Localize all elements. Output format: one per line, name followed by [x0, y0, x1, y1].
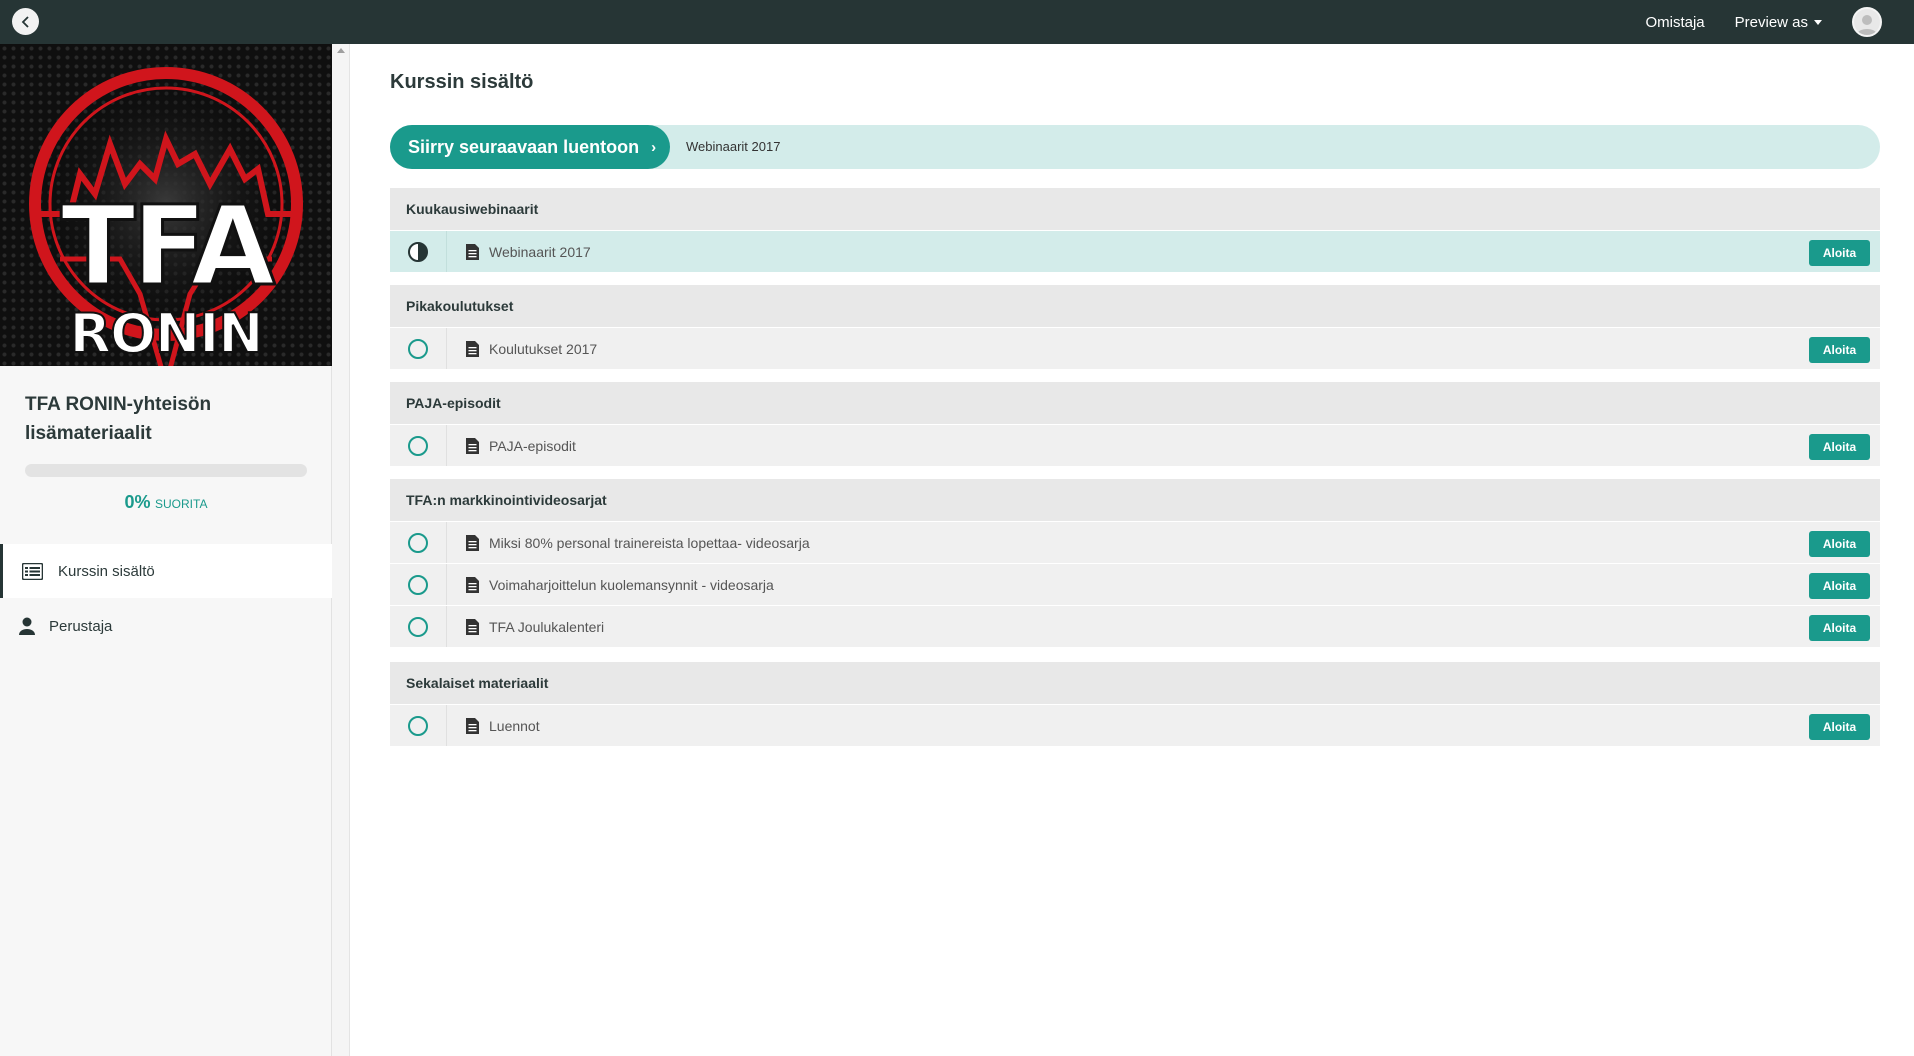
section: TFA:n markkinointivideosarjat Miksi 80% …: [390, 479, 1880, 647]
chevron-left-icon: [21, 15, 29, 28]
start-button[interactable]: Aloita: [1809, 531, 1870, 557]
back-button[interactable]: [12, 8, 39, 35]
logo-sub-text: RONIN: [70, 302, 263, 365]
lecture-row[interactable]: TFA Joulukalenteri Aloita: [390, 605, 1880, 647]
progress-summary: 0% SUORITA: [0, 492, 332, 513]
start-button[interactable]: Aloita: [1809, 615, 1870, 641]
scroll-up-arrow-icon[interactable]: [337, 48, 345, 53]
document-icon: [466, 534, 479, 551]
incomplete-circle-icon: [408, 532, 428, 553]
next-lecture-button[interactable]: Siirry seuraavaan luentoon ›: [390, 125, 670, 169]
lecture-row[interactable]: Miksi 80% personal trainereista lopettaa…: [390, 521, 1880, 563]
document-icon: [466, 618, 479, 635]
course-image: TFA RONIN: [0, 44, 332, 366]
progress-percent: 0%: [124, 492, 151, 512]
section: Sekalaiset materiaalit Luennot Aloita: [390, 662, 1880, 746]
lecture-title: TFA Joulukalenteri: [489, 618, 605, 635]
course-title: TFA RONIN-yhteisön lisämateriaalit: [25, 394, 212, 444]
lecture-title: Voimaharjoittelun kuolemansynnit - video…: [489, 576, 774, 593]
incomplete-circle-icon: [408, 574, 428, 595]
document-icon: [466, 243, 479, 260]
nav-item-label: Kurssin sisältö: [58, 562, 155, 580]
sidebar: TFA RONIN TFA RONIN-yhteisön lisämateria…: [0, 44, 332, 1056]
section-title: Pikakoulutukset: [390, 285, 1880, 327]
lecture-row[interactable]: Koulutukset 2017 Aloita: [390, 327, 1880, 369]
start-button[interactable]: Aloita: [1809, 337, 1870, 363]
incomplete-circle-icon: [408, 338, 428, 359]
start-button[interactable]: Aloita: [1809, 714, 1870, 740]
next-lecture-button-label: Siirry seuraavaan luentoon: [408, 136, 640, 157]
nav-item-label: Perustaja: [49, 617, 113, 635]
progress-bar: [25, 464, 307, 477]
start-button[interactable]: Aloita: [1809, 434, 1870, 460]
lecture-status: [390, 705, 447, 746]
document-icon: [466, 717, 479, 734]
caret-down-icon: [1814, 20, 1822, 25]
lecture-title: Luennot: [489, 717, 540, 734]
lecture-status: [390, 328, 447, 369]
tfa-ronin-logo: TFA RONIN: [26, 64, 306, 366]
document-icon: [466, 340, 479, 357]
document-icon: [466, 437, 479, 454]
section-title: Kuukausiwebinaarit: [390, 188, 1880, 230]
owner-link[interactable]: Omistaja: [1645, 14, 1704, 31]
incomplete-circle-icon: [408, 616, 428, 637]
preview-as-label: Preview as: [1734, 13, 1808, 31]
lecture-row[interactable]: Voimaharjoittelun kuolemansynnit - video…: [390, 563, 1880, 605]
list-icon: [22, 562, 43, 580]
incomplete-circle-icon: [408, 715, 428, 736]
lecture-status: [390, 522, 447, 563]
nav-item-course-content[interactable]: Kurssin sisältö: [0, 544, 332, 598]
section: Pikakoulutukset Koulutukset 2017 Aloita: [390, 285, 1880, 369]
half-complete-icon: [408, 241, 428, 262]
document-icon: [466, 576, 479, 593]
chevron-right-icon: ›: [651, 138, 657, 156]
lecture-title: PAJA-episodit: [489, 437, 576, 454]
next-lecture-bar: Siirry seuraavaan luentoon › Webinaarit …: [390, 125, 1880, 169]
lecture-status: [390, 606, 447, 647]
avatar[interactable]: [1852, 7, 1882, 37]
logo-main-text: TFA: [61, 182, 276, 310]
progress-label: SUORITA: [155, 497, 208, 511]
next-lecture-name: Webinaarit 2017: [686, 139, 781, 154]
lecture-row[interactable]: Luennot Aloita: [390, 704, 1880, 746]
section: PAJA-episodit PAJA-episodit Aloita: [390, 382, 1880, 466]
section: Kuukausiwebinaarit Webinaarit 2017 Aloit…: [390, 188, 1880, 272]
section-title: PAJA-episodit: [390, 382, 1880, 424]
top-bar: Omistaja Preview as: [0, 0, 1914, 44]
lecture-title: Koulutukset 2017: [489, 340, 598, 357]
preview-as-dropdown[interactable]: Preview as: [1735, 14, 1822, 31]
lecture-status: [390, 231, 447, 272]
page-title: Kurssin sisältö: [390, 71, 534, 93]
start-button[interactable]: Aloita: [1809, 240, 1870, 266]
lecture-title: Webinaarit 2017: [489, 243, 591, 260]
user-avatar-icon: [1857, 15, 1877, 35]
lecture-status: [390, 425, 447, 466]
incomplete-circle-icon: [408, 435, 428, 456]
scrollbar[interactable]: [332, 44, 350, 1056]
lecture-row[interactable]: PAJA-episodit Aloita: [390, 424, 1880, 466]
lecture-row[interactable]: Webinaarit 2017 Aloita: [390, 230, 1880, 272]
user-icon: [19, 617, 35, 635]
lecture-title: Miksi 80% personal trainereista lopettaa…: [489, 534, 810, 551]
start-button[interactable]: Aloita: [1809, 573, 1870, 599]
nav-item-founder[interactable]: Perustaja: [0, 599, 332, 653]
lecture-status: [390, 564, 447, 605]
section-title: TFA:n markkinointivideosarjat: [390, 479, 1880, 521]
section-title: Sekalaiset materiaalit: [390, 662, 1880, 704]
